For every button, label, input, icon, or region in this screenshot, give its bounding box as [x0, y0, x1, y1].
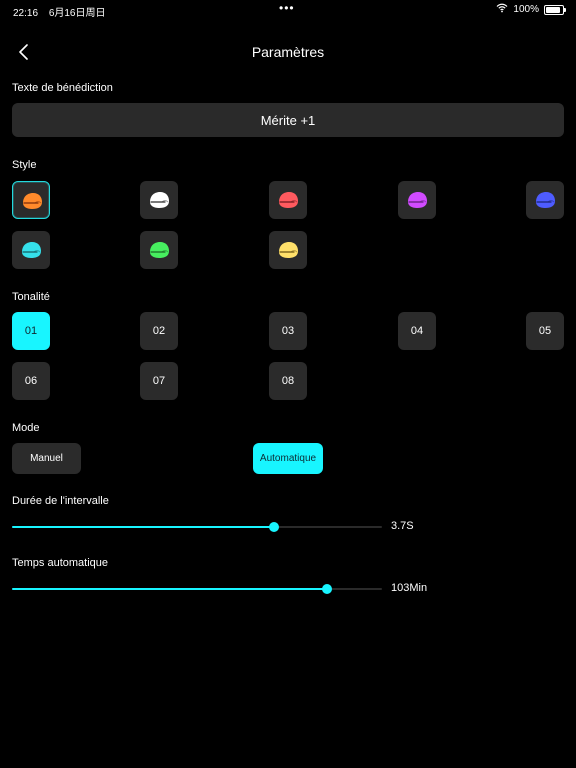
tone-01-button[interactable]: 01 — [12, 312, 50, 350]
status-bar: 22:16 6月16日周日 ••• 100% — [0, 0, 576, 20]
wooden-fish-icon — [279, 242, 298, 258]
tone-02-label: 02 — [152, 325, 166, 337]
status-right: 100% — [496, 3, 566, 16]
tone-08-label: 08 — [281, 375, 295, 387]
tone-01-label: 01 — [24, 325, 38, 337]
mode-auto-label: Automatique — [259, 453, 317, 464]
tone-02-button[interactable]: 02 — [140, 312, 178, 350]
tone-03-label: 03 — [281, 325, 295, 337]
style-tile-yellow[interactable] — [269, 231, 307, 269]
wooden-fish-icon — [23, 193, 42, 209]
tone-03-button[interactable]: 03 — [269, 312, 307, 350]
tone-07-label: 07 — [152, 375, 166, 387]
tone-06-label: 06 — [24, 375, 38, 387]
style-tile-blue[interactable] — [526, 181, 564, 219]
style-tile-white[interactable] — [140, 181, 178, 219]
battery-text: 100% — [513, 4, 539, 15]
style-tile-orange[interactable] — [12, 181, 50, 219]
tone-04-label: 04 — [410, 325, 424, 337]
tone-08-button[interactable]: 08 — [269, 362, 307, 400]
interval-slider[interactable] — [12, 520, 382, 534]
tone-label: Tonalité — [12, 291, 50, 303]
mode-manual-label: Manuel — [30, 453, 63, 464]
blessing-text-button[interactable]: Mérite +1 — [12, 103, 564, 137]
wooden-fish-icon — [536, 192, 555, 208]
wooden-fish-icon — [22, 242, 41, 258]
mode-label: Mode — [12, 422, 40, 434]
mode-auto-button[interactable]: Automatique — [253, 443, 323, 474]
style-tile-green[interactable] — [140, 231, 178, 269]
navigation-bar: Paramètres — [0, 34, 576, 70]
interval-label: Durée de l'intervalle — [12, 495, 109, 507]
style-label: Style — [12, 159, 37, 171]
wooden-fish-icon — [150, 192, 169, 208]
tone-04-button[interactable]: 04 — [398, 312, 436, 350]
status-time-text: 22:16 — [13, 8, 39, 19]
status-date: 6月16日周日 — [48, 8, 106, 19]
interval-slider-fill — [12, 526, 274, 528]
blessing-label: Texte de bénédiction — [12, 82, 113, 94]
tone-07-button[interactable]: 07 — [140, 362, 178, 400]
style-tile-cyan[interactable] — [12, 231, 50, 269]
tone-05-button[interactable]: 05 — [526, 312, 564, 350]
style-tile-red[interactable] — [269, 181, 307, 219]
auto-time-slider-fill — [12, 588, 327, 590]
battery-icon — [544, 4, 566, 15]
wifi-icon — [496, 3, 508, 16]
mode-manual-button[interactable]: Manuel — [12, 443, 81, 474]
status-time: 22:16 6月16日周日 — [13, 4, 106, 19]
wooden-fish-icon — [408, 192, 427, 208]
tone-06-button[interactable]: 06 — [12, 362, 50, 400]
blessing-value: Mérite +1 — [260, 112, 316, 128]
status-dots: ••• — [279, 1, 295, 15]
auto-time-label: Temps automatique — [12, 557, 108, 569]
page-title: Paramètres — [251, 44, 325, 60]
wooden-fish-icon — [150, 242, 169, 258]
auto-time-value: 103Min — [391, 582, 428, 594]
auto-time-slider-thumb[interactable] — [321, 584, 332, 594]
tone-05-label: 05 — [538, 325, 552, 337]
wooden-fish-icon — [279, 192, 298, 208]
interval-value: 3.7S — [391, 520, 414, 532]
auto-time-slider[interactable] — [12, 582, 382, 596]
style-tile-purple[interactable] — [398, 181, 436, 219]
interval-slider-thumb[interactable] — [268, 522, 279, 532]
